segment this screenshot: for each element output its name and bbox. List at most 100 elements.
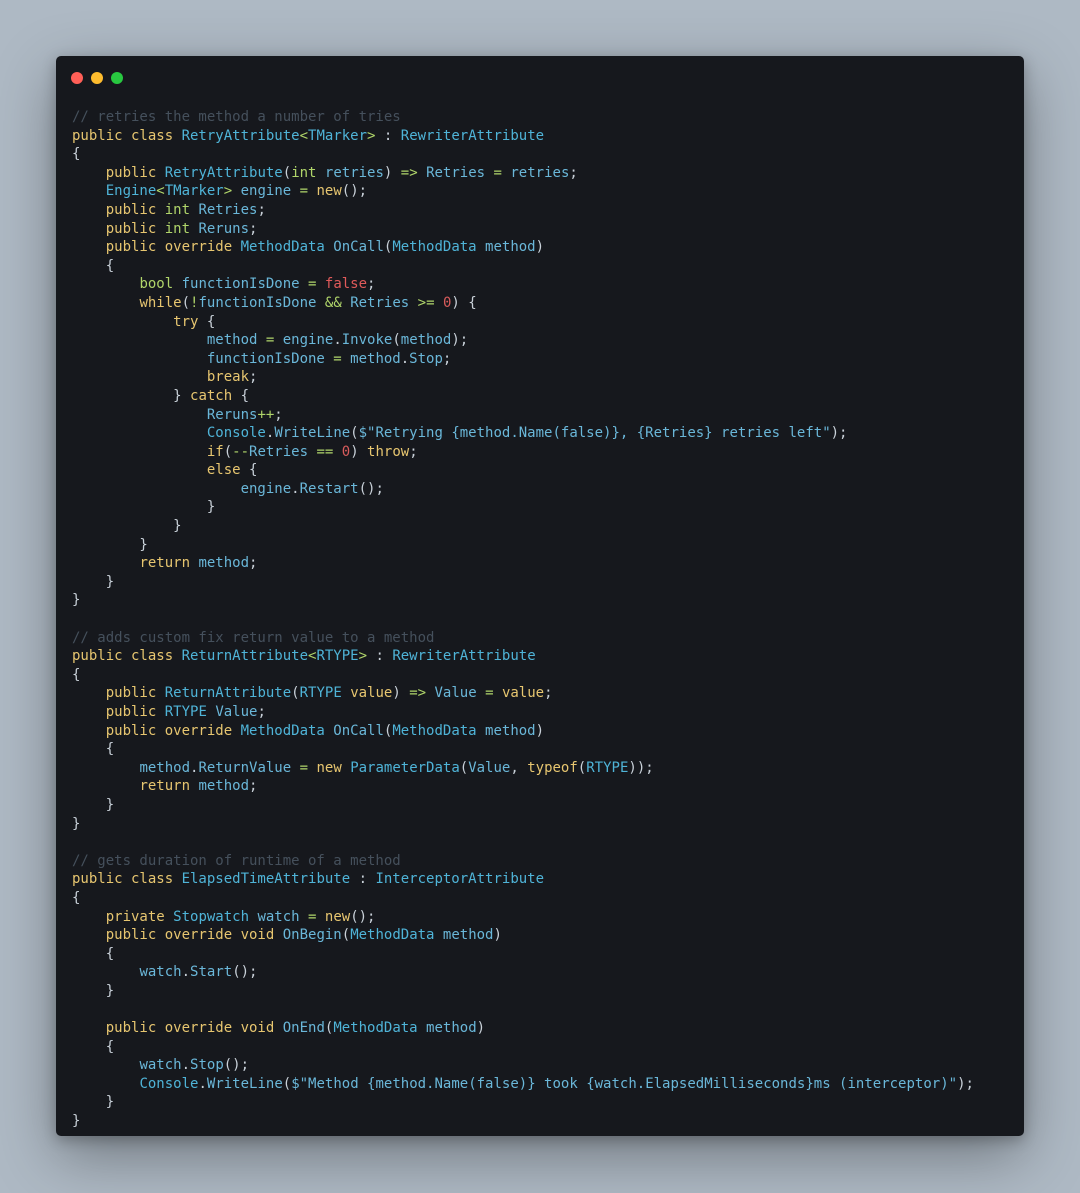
code-token: Reruns bbox=[206, 406, 258, 423]
code-token: try bbox=[173, 313, 207, 330]
code-token: ; bbox=[249, 369, 258, 386]
code-token: Start bbox=[190, 964, 233, 981]
code-line: // retries the method a number of tries bbox=[72, 108, 974, 127]
code-token: bool bbox=[139, 276, 182, 293]
code-token: } bbox=[72, 387, 191, 404]
code-token: // retries the method a number of tries bbox=[72, 109, 401, 125]
code-line: { bbox=[72, 1038, 974, 1057]
code-token: Retries bbox=[198, 201, 258, 218]
code-line: { bbox=[72, 257, 974, 276]
code-token: ( bbox=[350, 425, 359, 442]
code-token: == bbox=[316, 443, 342, 460]
code-token: ) { bbox=[451, 294, 477, 311]
code-line: public class RetryAttribute<TMarker> : R… bbox=[72, 127, 974, 146]
code-line: Reruns++; bbox=[72, 406, 974, 425]
code-line: public class ReturnAttribute<RTYPE> : Re… bbox=[72, 647, 974, 666]
code-token: Retries bbox=[350, 294, 418, 311]
code-token: public bbox=[105, 201, 165, 218]
code-token: new bbox=[324, 908, 351, 925]
minimize-window-button[interactable] bbox=[91, 72, 103, 84]
code-token: RTYPE bbox=[586, 759, 629, 776]
code-line: public int Reruns; bbox=[72, 220, 974, 239]
code-token: ) bbox=[383, 164, 401, 181]
code-token: ) bbox=[476, 1020, 486, 1037]
code-token: public bbox=[105, 164, 165, 181]
code-token: . bbox=[333, 332, 342, 349]
code-line: method.ReturnValue = new ParameterData(V… bbox=[72, 759, 974, 778]
code-token: ( bbox=[181, 294, 191, 311]
code-token: -- bbox=[232, 443, 250, 460]
code-line: { bbox=[72, 740, 974, 759]
code-token: catch bbox=[190, 387, 241, 404]
code-token: { bbox=[249, 462, 258, 479]
code-token: int bbox=[164, 201, 199, 218]
code-line: } bbox=[72, 498, 974, 517]
code-token: = bbox=[485, 685, 502, 702]
code-token: Restart bbox=[299, 480, 359, 497]
code-token: TMarker bbox=[308, 127, 368, 144]
code-token: (); bbox=[350, 908, 376, 925]
code-line: } bbox=[72, 982, 974, 1001]
code-line: public int Retries; bbox=[72, 201, 974, 220]
code-line: watch.Start(); bbox=[72, 963, 974, 982]
code-token: = bbox=[308, 276, 325, 293]
close-window-button[interactable] bbox=[71, 72, 83, 84]
code-token: RewriterAttribute bbox=[400, 127, 545, 144]
code-token: ; bbox=[249, 220, 258, 237]
code-token: Retries bbox=[426, 164, 494, 181]
code-token: . bbox=[198, 1075, 207, 1092]
code-token: ; bbox=[257, 704, 266, 720]
code-line: return method; bbox=[72, 554, 974, 573]
code-token: method bbox=[206, 332, 266, 349]
code-token: retries bbox=[324, 164, 384, 181]
code-token: (); bbox=[341, 183, 368, 200]
code-token: < bbox=[156, 183, 165, 200]
code-token: = bbox=[308, 908, 325, 925]
code-editor[interactable]: // retries the method a number of tries p… bbox=[72, 108, 974, 1131]
code-line: } bbox=[72, 573, 974, 592]
code-window: // retries the method a number of tries p… bbox=[56, 56, 1024, 1136]
code-token: functionIsDone bbox=[181, 276, 309, 293]
code-line: if(--Retries == 0) throw; bbox=[72, 443, 974, 462]
code-token: functionIsDone bbox=[198, 294, 325, 311]
code-token: WriteLine bbox=[206, 1075, 283, 1092]
code-token: { bbox=[72, 666, 81, 683]
code-token: RTYPE bbox=[316, 648, 359, 665]
code-token: ; bbox=[249, 555, 258, 572]
code-line: // gets duration of runtime of a method bbox=[72, 852, 974, 871]
code-token: MethodData bbox=[240, 239, 334, 256]
code-line: break; bbox=[72, 368, 974, 387]
code-token: retries bbox=[510, 164, 570, 181]
code-token: } bbox=[72, 499, 216, 516]
code-token: public class bbox=[72, 127, 182, 144]
code-token: Stop bbox=[409, 350, 443, 367]
code-token: public class bbox=[72, 648, 182, 665]
code-token: (); bbox=[223, 1057, 250, 1074]
code-token: } bbox=[72, 573, 115, 590]
code-token: Reruns bbox=[198, 220, 250, 237]
code-token: false bbox=[324, 276, 368, 293]
code-token: Value bbox=[215, 704, 258, 720]
code-token: InterceptorAttribute bbox=[375, 871, 545, 888]
code-line: while(!functionIsDone && Retries >= 0) { bbox=[72, 294, 974, 313]
code-line: Engine<TMarker> engine = new(); bbox=[72, 182, 974, 201]
code-token: public override void bbox=[105, 927, 283, 944]
code-line: engine.Restart(); bbox=[72, 480, 974, 499]
code-token: } bbox=[72, 592, 81, 609]
maximize-window-button[interactable] bbox=[111, 72, 123, 84]
code-token: : bbox=[375, 648, 393, 665]
code-token: (); bbox=[232, 964, 258, 981]
code-line: Console.WriteLine($"Method {method.Name(… bbox=[72, 1075, 973, 1094]
code-token: ReturnAttribute bbox=[181, 648, 309, 665]
code-token: RetryAttribute bbox=[164, 164, 283, 181]
code-token: functionIsDone bbox=[206, 350, 334, 367]
code-token: // gets duration of runtime of a method bbox=[72, 852, 401, 869]
code-token: . bbox=[400, 350, 410, 367]
